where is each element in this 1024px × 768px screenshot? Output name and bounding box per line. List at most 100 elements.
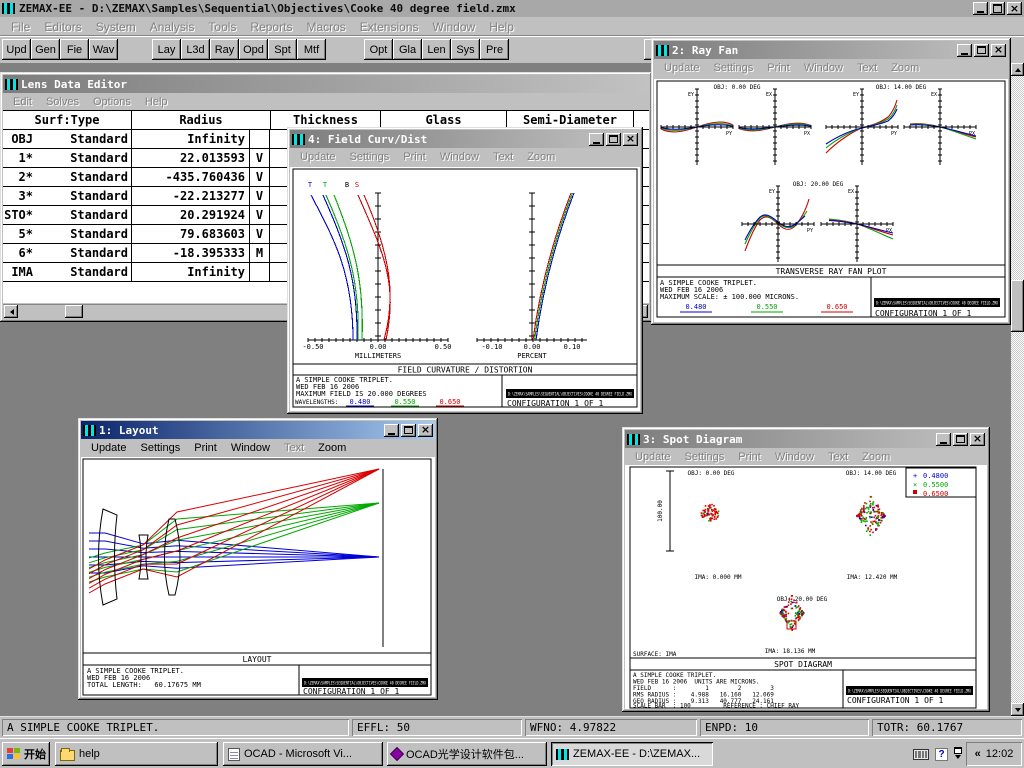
scroll-up-arrow[interactable]: [1011, 63, 1024, 76]
menu-window[interactable]: Window: [426, 19, 483, 35]
spot-menu-settings[interactable]: Settings: [677, 450, 731, 464]
toolbar-len[interactable]: Len: [422, 39, 451, 60]
taskbar-button-ocad-microsoft[interactable]: OCAD - Microsoft Vi...: [223, 742, 383, 766]
rayfan-menu-print[interactable]: Print: [760, 61, 797, 75]
svg-text:IMA: 0.000 MM: IMA: 0.000 MM: [695, 574, 742, 581]
help-tray-icon[interactable]: ?: [935, 748, 948, 761]
close-button[interactable]: ×: [1007, 2, 1022, 15]
fieldcurv-menu-window[interactable]: Window: [433, 150, 486, 164]
scroll-left-arrow[interactable]: [4, 305, 18, 318]
rayfan-menu-window[interactable]: Window: [797, 61, 850, 75]
maximize-button[interactable]: [401, 424, 416, 437]
menu-editors[interactable]: Editors: [37, 19, 88, 35]
minimize-button[interactable]: [384, 424, 399, 437]
lde-menu-solves[interactable]: Solves: [39, 95, 86, 109]
fieldcurv-menubar: Update Settings Print Window Text Zoom: [290, 148, 640, 165]
close-button[interactable]: ×: [991, 44, 1006, 57]
maximize-button[interactable]: [606, 133, 621, 146]
scroll-down-arrow[interactable]: [1011, 703, 1024, 716]
rayfan-menu-zoom[interactable]: Zoom: [884, 61, 926, 75]
rayfan-menu-text[interactable]: Text: [850, 61, 884, 75]
svg-text:MILLIMETERS: MILLIMETERS: [355, 352, 401, 360]
fieldcurv-menu-print[interactable]: Print: [396, 150, 433, 164]
toolbar-upd[interactable]: Upd: [2, 39, 31, 60]
mdi-vertical-scrollbar[interactable]: [1011, 63, 1024, 716]
start-button[interactable]: 开始: [2, 742, 50, 766]
toolbar-fie[interactable]: Fie: [60, 39, 89, 60]
toolbar-opt[interactable]: Opt: [364, 39, 393, 60]
maximize-button[interactable]: [974, 44, 989, 57]
fieldcurv-menu-text[interactable]: Text: [486, 150, 520, 164]
fieldcurv-menu-settings[interactable]: Settings: [342, 150, 396, 164]
layout-menu-zoom[interactable]: Zoom: [311, 441, 353, 455]
spot-menu-text[interactable]: Text: [821, 450, 855, 464]
layout-titlebar[interactable]: 1: Layout ×: [81, 421, 435, 439]
menu-analysis[interactable]: Analysis: [143, 19, 202, 35]
taskbar-button-ocad-package[interactable]: OCAD光学设计软件包...: [387, 742, 547, 766]
toolbar-ray[interactable]: Ray: [210, 39, 239, 60]
toolbar-gla[interactable]: Gla: [393, 39, 422, 60]
toolbar-spt[interactable]: Spt: [268, 39, 297, 60]
lde-menu-options[interactable]: Options: [86, 95, 138, 109]
lde-titlebar[interactable]: Lens Data Editor: [3, 75, 649, 93]
minimize-button[interactable]: [936, 433, 951, 446]
spot-titlebar[interactable]: 3: Spot Diagram ×: [625, 430, 987, 448]
maximize-button[interactable]: [953, 433, 968, 446]
menu-reports[interactable]: Reports: [243, 19, 299, 35]
toolbar-gen[interactable]: Gen: [31, 39, 60, 60]
main-menubar: File Editors System Analysis Tools Repor…: [0, 17, 1024, 36]
restore-button[interactable]: [990, 2, 1005, 15]
windows-logo-icon: [7, 748, 20, 761]
close-button[interactable]: ×: [623, 133, 638, 146]
svg-text:EY: EY: [853, 92, 859, 98]
minimize-button[interactable]: [589, 133, 604, 146]
minimize-button[interactable]: [957, 44, 972, 57]
toolbar-l3d[interactable]: L3d: [181, 39, 210, 60]
toolbar-lay[interactable]: Lay: [152, 39, 181, 60]
menu-extensions[interactable]: Extensions: [353, 19, 426, 35]
spot-menu-print[interactable]: Print: [731, 450, 768, 464]
svg-text:0.50: 0.50: [435, 343, 452, 351]
toolbar-mtf[interactable]: Mtf: [297, 39, 326, 60]
menu-macros[interactable]: Macros: [299, 19, 352, 35]
minimize-button[interactable]: [973, 2, 988, 15]
fieldcurv-titlebar[interactable]: 4: Field Curv/Dist ×: [290, 130, 640, 148]
fieldcurv-menu-zoom[interactable]: Zoom: [520, 150, 562, 164]
layout-menu-settings[interactable]: Settings: [133, 441, 187, 455]
lde-menu-help[interactable]: Help: [138, 95, 175, 109]
taskbar-button-zemax[interactable]: ZEMAX-EE - D:\ZEMAX...: [551, 742, 713, 766]
scroll-thumb[interactable]: [1011, 280, 1024, 332]
layout-menu-update[interactable]: Update: [84, 441, 133, 455]
spot-menu-update[interactable]: Update: [628, 450, 677, 464]
lde-header-radius: Radius: [132, 111, 271, 129]
keyboard-icon[interactable]: [913, 749, 929, 760]
svg-text:×: ×: [913, 481, 917, 489]
layout-menu-print[interactable]: Print: [187, 441, 224, 455]
main-titlebar[interactable]: ZEMAX-EE - D:\ZEMAX\Samples\Sequential\O…: [0, 0, 1024, 17]
taskbar-clock[interactable]: « 12:02: [966, 742, 1022, 766]
menu-system[interactable]: System: [89, 19, 143, 35]
toolbar-pre[interactable]: Pre: [480, 39, 509, 60]
rayfan-menu-update[interactable]: Update: [657, 61, 706, 75]
fieldcurv-menu-update[interactable]: Update: [293, 150, 342, 164]
taskbar-button-help[interactable]: help: [55, 742, 218, 766]
lde-menu-edit[interactable]: Edit: [6, 95, 39, 109]
layout-menu-text[interactable]: Text: [277, 441, 311, 455]
toolbar-sys[interactable]: Sys: [451, 39, 480, 60]
spot-menu-zoom[interactable]: Zoom: [855, 450, 897, 464]
scroll-thumb[interactable]: [65, 305, 83, 318]
spot-menu-window[interactable]: Window: [768, 450, 821, 464]
tray-restore-icon[interactable]: [954, 747, 962, 762]
toolbar-wav[interactable]: Wav: [89, 39, 118, 60]
close-button[interactable]: ×: [418, 424, 433, 437]
menu-help[interactable]: Help: [482, 19, 521, 35]
toolbar-opd[interactable]: Opd: [239, 39, 268, 60]
layout-menu-window[interactable]: Window: [224, 441, 277, 455]
svg-text:TOTAL LENGTH: 60.17675 MM: TOTAL LENGTH: 60.17675 MM: [87, 681, 201, 689]
menu-file[interactable]: File: [4, 19, 37, 35]
rayfan-menu-settings[interactable]: Settings: [706, 61, 760, 75]
close-button[interactable]: ×: [970, 433, 985, 446]
menu-tools[interactable]: Tools: [201, 19, 243, 35]
tray-chevron[interactable]: «: [975, 748, 981, 760]
rayfan-titlebar[interactable]: 2: Ray Fan ×: [654, 41, 1008, 59]
